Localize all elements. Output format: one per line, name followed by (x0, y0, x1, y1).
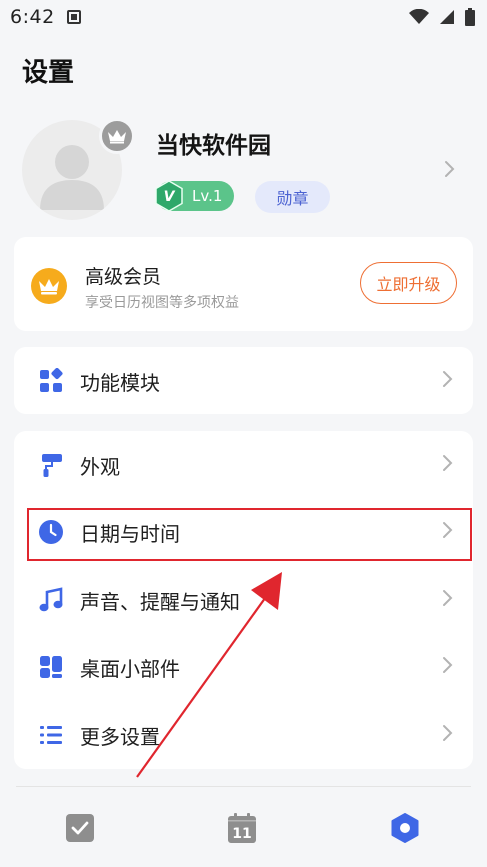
crown-badge (99, 118, 135, 154)
vip-subtitle: 享受日历视图等多项权益 (85, 295, 239, 311)
chevron-right-icon (445, 161, 455, 177)
username: 当快软件园 (156, 133, 271, 159)
status-icons (409, 8, 475, 26)
calendar-icon: 11 (228, 813, 256, 843)
chevron-right-icon (443, 725, 453, 741)
vip-level-hex-icon: V (155, 180, 183, 212)
page-title: 设置 (22, 58, 75, 88)
row-label: 功能模块 (80, 371, 160, 395)
svg-text:V: V (164, 189, 176, 205)
vip-card[interactable]: 高级会员 享受日历视图等多项权益 立即升级 (14, 237, 473, 331)
level-badge[interactable]: V Lv.1 (155, 180, 234, 212)
nav-settings[interactable] (387, 810, 423, 846)
nav-tasks[interactable] (62, 810, 98, 846)
settings-row-appearance[interactable]: 外观 (14, 431, 473, 498)
chevron-right-icon (443, 455, 453, 471)
settings-hex-icon (391, 813, 419, 843)
vip-title: 高级会员 (85, 266, 162, 288)
settings-row-sound[interactable]: 声音、提醒与通知 (14, 566, 473, 633)
list-settings-icon (40, 726, 62, 744)
row-label: 更多设置 (80, 725, 160, 749)
level-label: Lv.1 (192, 187, 223, 205)
paint-roller-icon (42, 454, 62, 477)
clock-icon (39, 520, 63, 544)
battery-icon (465, 8, 475, 26)
wifi-icon (409, 9, 429, 24)
music-note-icon (39, 587, 63, 612)
widgets-icon (40, 656, 62, 678)
status-bar: 6:42 (0, 0, 487, 34)
crown-icon (108, 130, 126, 144)
row-label: 桌面小部件 (80, 657, 180, 681)
modules-icon (40, 368, 63, 392)
row-label: 声音、提醒与通知 (80, 590, 240, 614)
nav-divider (16, 786, 471, 787)
svg-text:11: 11 (232, 826, 251, 842)
nav-calendar[interactable]: 11 (224, 810, 260, 846)
settings-row-datetime[interactable]: 日期与时间 (14, 498, 473, 565)
row-label: 外观 (80, 455, 120, 479)
medal-button[interactable]: 勋章 (255, 181, 330, 213)
profile-header[interactable]: 当快软件园 V Lv.1 勋章 (0, 110, 487, 230)
chevron-right-icon (443, 657, 453, 673)
notification-icon (66, 10, 81, 24)
signal-icon (440, 10, 454, 24)
status-time: 6:42 (10, 6, 55, 28)
settings-group-card: 外观 日期与时间 声音、提醒与通知 桌面小部件 更多设置 (14, 431, 473, 769)
chevron-right-icon (443, 590, 453, 606)
task-check-icon (66, 814, 94, 842)
upgrade-button[interactable]: 立即升级 (360, 262, 457, 304)
settings-row-modules[interactable]: 功能模块 (14, 347, 473, 414)
settings-row-widgets[interactable]: 桌面小部件 (14, 633, 473, 700)
bottom-nav: 11 (0, 790, 487, 867)
vip-crown-icon (31, 268, 67, 304)
chevron-right-icon (443, 522, 453, 538)
chevron-right-icon (443, 371, 453, 387)
modules-card: 功能模块 (14, 347, 473, 414)
settings-row-more[interactable]: 更多设置 (14, 701, 473, 768)
row-label: 日期与时间 (80, 522, 180, 546)
